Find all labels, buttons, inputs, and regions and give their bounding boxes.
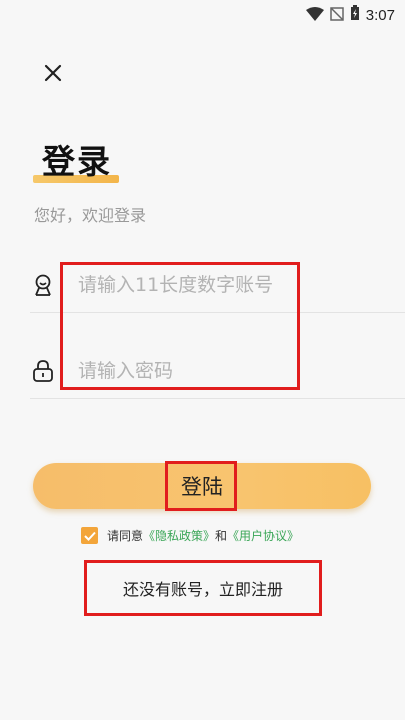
page-subtitle: 您好，欢迎登录 — [34, 206, 147, 225]
close-button[interactable] — [40, 62, 66, 88]
account-divider — [30, 312, 405, 313]
account-input[interactable] — [76, 273, 340, 297]
register-link[interactable]: 还没有账号，立即注册 — [84, 560, 322, 616]
page-title: 登录 — [42, 142, 112, 181]
lock-icon — [30, 358, 56, 384]
close-icon — [44, 64, 62, 86]
status-bar: 3:07 — [0, 0, 405, 28]
account-field-row — [30, 260, 395, 310]
privacy-policy-link[interactable]: 《隐私政策》 — [143, 527, 215, 544]
battery-charging-icon — [350, 5, 360, 25]
no-signal-icon — [330, 6, 344, 25]
status-time: 3:07 — [365, 6, 395, 24]
title-wrap: 登录 — [34, 135, 112, 183]
status-icons: 3:07 — [305, 5, 395, 25]
agreement-checkbox[interactable] — [81, 527, 98, 544]
password-divider — [30, 398, 405, 399]
password-input[interactable] — [76, 359, 340, 383]
account-icon — [30, 272, 56, 298]
login-button[interactable]: 登陆 — [33, 463, 371, 509]
agreement-prefix: 请同意 — [107, 529, 144, 543]
wifi-icon — [305, 6, 324, 25]
user-agreement-link[interactable]: 《用户协议》 — [227, 527, 299, 544]
password-field-row — [30, 346, 395, 396]
agreement-row: 请同意 《隐私政策》 和 《用户协议》 — [81, 527, 299, 544]
agreement-and: 和 — [215, 529, 228, 543]
